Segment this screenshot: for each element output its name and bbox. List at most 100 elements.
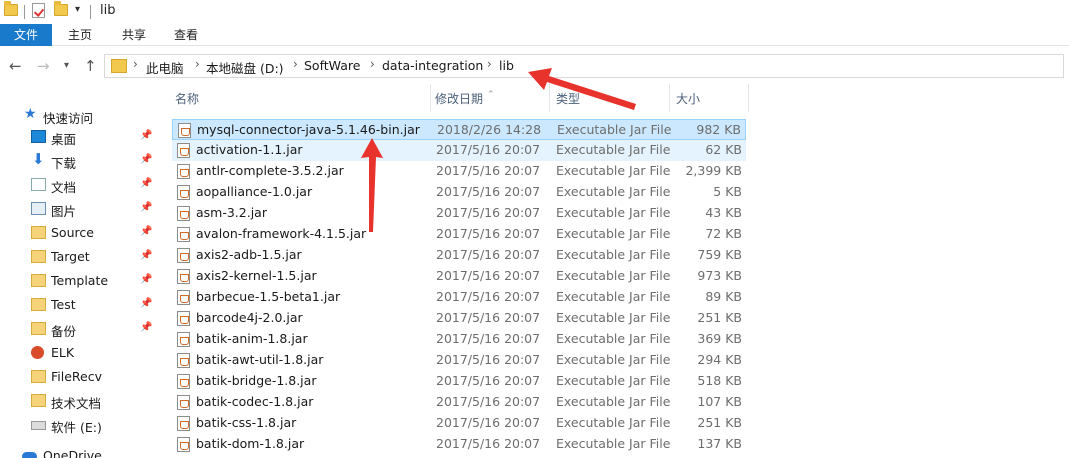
up-arrow-icon[interactable]: ↑ [84, 57, 97, 75]
file-row[interactable]: asm-3.2.jar 2017/5/16 20:07 Executable Jar… [172, 203, 746, 224]
sidebar-item-elk[interactable]: ELK [0, 341, 158, 365]
file-date: 2017/5/16 20:07 [436, 247, 541, 262]
breadcrumb-lib[interactable]: lib [499, 58, 514, 73]
file-row[interactable]: avalon-framework-4.1.5.jar 2017/5/16 20:0… [172, 224, 746, 245]
file-size: 62 KB [705, 142, 742, 157]
breadcrumb-this-pc[interactable]: 此电脑 [146, 58, 184, 77]
column-divider[interactable] [549, 84, 550, 112]
sidebar-item-test[interactable]: Test 📌 [0, 293, 158, 317]
file-row[interactable]: aopalliance-1.0.jar 2017/5/16 20:07 Execut… [172, 182, 746, 203]
file-row[interactable]: batik-css-1.8.jar 2017/5/16 20:07 Executab… [172, 413, 746, 434]
file-row[interactable]: axis2-kernel-1.5.jar 2017/5/16 20:07 Execu… [172, 266, 746, 287]
file-name: mysql-connector-java-5.1.46-bin.jar [197, 122, 420, 137]
file-row[interactable]: activation-1.1.jar 2017/5/16 20:07 Executa… [172, 140, 746, 161]
jar-file-icon [177, 164, 190, 179]
sidebar-item-documents[interactable]: 文档 📌 [0, 173, 158, 197]
file-size: 89 KB [705, 289, 742, 304]
breadcrumb-software[interactable]: SoftWare [304, 58, 360, 73]
back-arrow-icon[interactable]: ← [9, 57, 22, 75]
column-headers: 名称 ⌃ 修改日期 类型 大小 [158, 84, 1069, 112]
sidebar-item-tech-docs[interactable]: 技术文档 [0, 389, 158, 413]
jar-file-icon [178, 123, 191, 138]
pin-icon: 📌 [140, 322, 153, 333]
column-header-type[interactable]: 类型 [556, 90, 580, 107]
column-header-size[interactable]: 大小 [676, 90, 700, 107]
forward-arrow-icon[interactable]: → [37, 57, 50, 75]
jar-file-icon [177, 311, 190, 326]
file-date: 2017/5/16 20:07 [436, 394, 541, 409]
file-date: 2017/5/16 20:07 [436, 289, 541, 304]
tab-file[interactable]: 文件 [0, 24, 52, 46]
file-row[interactable]: axis2-adb-1.5.jar 2017/5/16 20:07 Executab… [172, 245, 746, 266]
file-type: Executable Jar File [556, 436, 671, 451]
folder-icon [111, 59, 127, 73]
sidebar-item-target[interactable]: Target 📌 [0, 245, 158, 269]
sidebar-item-onedrive[interactable]: OneDrive [0, 444, 158, 458]
pin-icon: 📌 [140, 226, 153, 237]
file-date: 2017/5/16 20:07 [436, 331, 541, 346]
file-row[interactable]: batik-anim-1.8.jar 2017/5/16 20:07 Executa… [172, 329, 746, 350]
sidebar-item-desktop[interactable]: 桌面 📌 [0, 125, 158, 149]
file-row[interactable]: batik-awt-util-1.8.jar 2017/5/16 20:07 Exe… [172, 350, 746, 371]
sidebar-item-downloads[interactable]: ⬇ 下载 📌 [0, 149, 158, 173]
new-folder-icon[interactable] [54, 1, 68, 16]
column-divider[interactable] [669, 84, 670, 112]
tab-share[interactable]: 共享 [114, 24, 154, 46]
file-size: 43 KB [705, 205, 742, 220]
picture-icon [31, 202, 46, 215]
file-size: 294 KB [697, 352, 742, 367]
file-row[interactable]: barcode4j-2.0.jar 2017/5/16 20:07 Executab… [172, 308, 746, 329]
jar-file-icon [177, 185, 190, 200]
chevron-right-icon[interactable]: › [487, 57, 492, 71]
file-row[interactable]: barbecue-1.5-beta1.jar 2017/5/16 20:07 Exe… [172, 287, 746, 308]
sidebar-item-template[interactable]: Template 📌 [0, 269, 158, 293]
ribbon-tabs: 文件 主页 共享 查看 [0, 24, 1069, 46]
file-row[interactable]: mysql-connector-java-5.1.46-bin.jar 2018/… [172, 119, 746, 140]
document-icon [31, 178, 46, 191]
jar-file-icon [177, 416, 190, 431]
file-type: Executable Jar File [556, 373, 671, 388]
chevron-right-icon[interactable]: › [370, 57, 375, 71]
tab-view[interactable]: 查看 [166, 24, 206, 46]
navigation-pane: ★ 快速访问 桌面 📌 ⬇ 下载 📌 文档 📌 图片 📌 Source 📌 Ta… [0, 84, 158, 458]
file-size: 973 KB [697, 268, 742, 283]
column-header-name[interactable]: 名称 [175, 90, 199, 107]
column-divider[interactable] [430, 84, 431, 112]
customize-toolbar-dropdown[interactable]: ▾ [75, 4, 80, 15]
sidebar-item-drive-e[interactable]: 软件 (E:) [0, 413, 158, 437]
file-row[interactable]: batik-bridge-1.8.jar 2017/5/16 20:07 Execu… [172, 371, 746, 392]
chevron-right-icon[interactable]: › [133, 57, 138, 71]
file-row[interactable]: batik-dom-1.8.jar 2017/5/16 20:07 Executab… [172, 434, 746, 455]
address-bar[interactable]: › 此电脑 › 本地磁盘 (D:) › SoftWare › data-inte… [104, 54, 1064, 78]
pin-icon: 📌 [140, 130, 153, 141]
breadcrumb-data-integration[interactable]: data-integration [382, 58, 483, 73]
column-header-date[interactable]: 修改日期 [435, 90, 483, 107]
file-row[interactable]: batik-codec-1.8.jar 2017/5/16 20:07 Execut… [172, 392, 746, 413]
file-name: axis2-adb-1.5.jar [196, 247, 302, 262]
file-type: Executable Jar File [556, 394, 671, 409]
chevron-right-icon[interactable]: › [293, 57, 298, 71]
jar-file-icon [177, 395, 190, 410]
properties-icon[interactable] [32, 3, 45, 18]
jar-file-icon [177, 248, 190, 263]
column-divider[interactable] [748, 84, 749, 112]
breadcrumb-local-disk-d[interactable]: 本地磁盘 (D:) [206, 58, 284, 77]
file-date: 2017/5/16 20:07 [436, 163, 541, 178]
file-type: Executable Jar File [556, 268, 671, 283]
sidebar-item-backup[interactable]: 备份 📌 [0, 317, 158, 341]
chevron-right-icon[interactable]: › [195, 57, 200, 71]
file-size: 137 KB [697, 436, 742, 451]
sidebar-item-source[interactable]: Source 📌 [0, 221, 158, 245]
sidebar-item-pictures[interactable]: 图片 📌 [0, 197, 158, 221]
file-row[interactable]: antlr-complete-3.5.2.jar 2017/5/16 20:07 E… [172, 161, 746, 182]
jar-file-icon [177, 374, 190, 389]
window-title: lib [100, 3, 116, 18]
recent-locations-chevron-icon[interactable]: ▾ [64, 60, 69, 71]
folder-icon [31, 322, 46, 335]
sidebar-item-filerecv[interactable]: FileRecv [0, 365, 158, 389]
file-size: 2,399 KB [685, 163, 742, 178]
tab-home[interactable]: 主页 [60, 24, 100, 46]
pin-icon: 📌 [140, 274, 153, 285]
file-size: 369 KB [697, 331, 742, 346]
folder-icon [31, 250, 46, 263]
